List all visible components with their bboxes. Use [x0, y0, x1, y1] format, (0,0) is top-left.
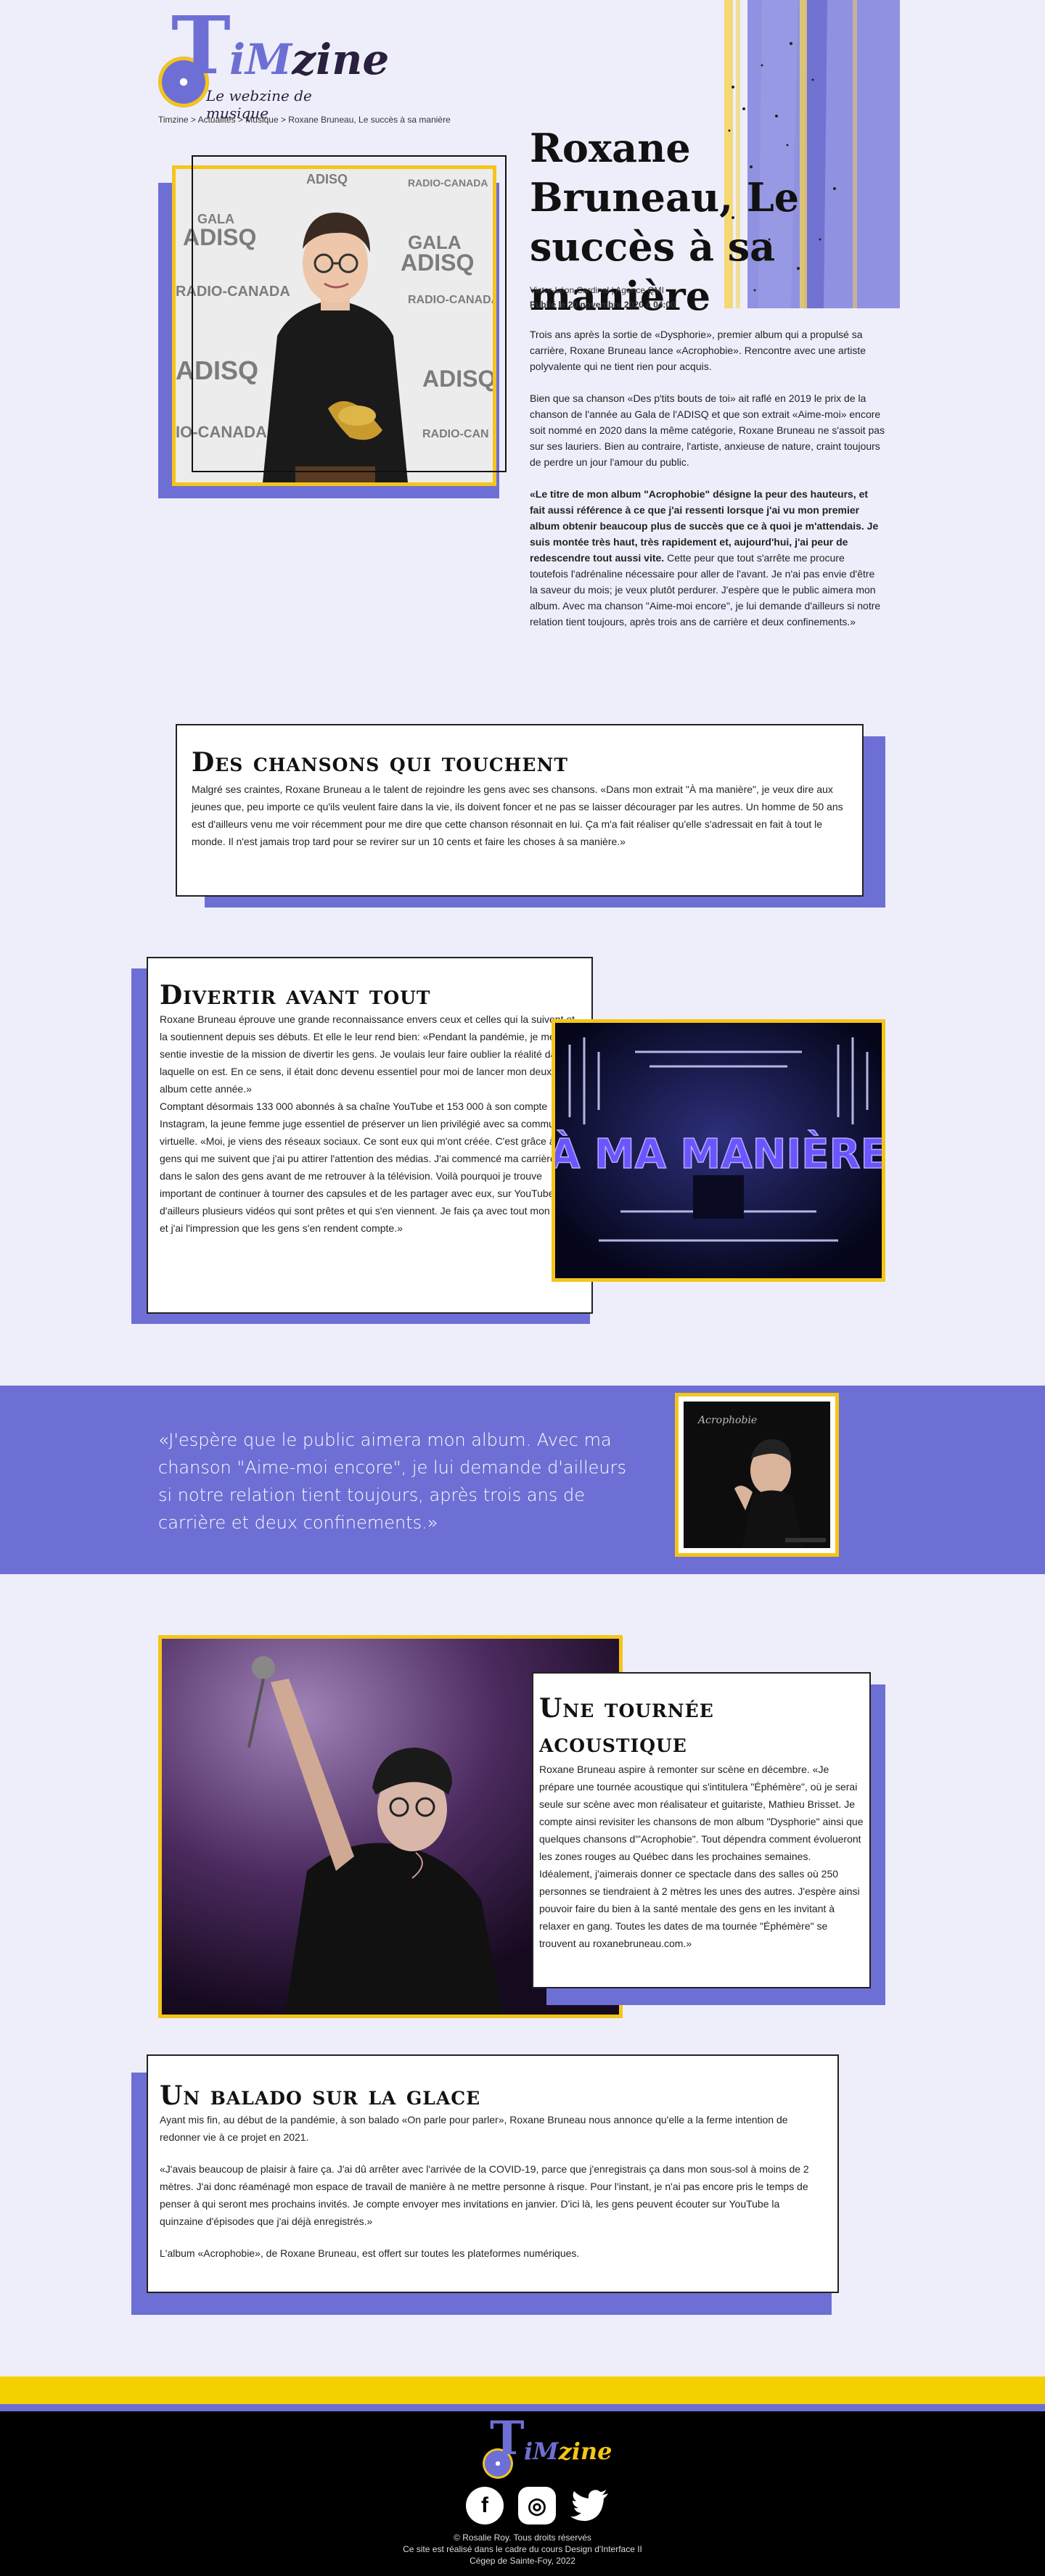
section4-paragraph: «J'avais beaucoup de plaisir à faire ça.… — [160, 2163, 809, 2227]
section3-card: Une tournée acoustique Roxane Bruneau as… — [532, 1672, 871, 1988]
section2-paragraph: Roxane Bruneau éprouve une grande reconn… — [160, 1013, 576, 1095]
hero-photo-outline-frame — [192, 155, 507, 472]
footer-course-line: Ce site est réalisé dans le cadre du cou… — [403, 2544, 642, 2554]
intro-paragraph: Trois ans après la sortie de «Dysphorie»… — [530, 329, 866, 372]
social-links: f ◎ — [464, 2487, 610, 2527]
intro-paragraph: Bien que sa chanson «Des p'tits bouts de… — [530, 392, 885, 468]
section4-paragraph: L'album «Acrophobie», de Roxane Bruneau,… — [160, 2247, 580, 2259]
section1-card: Des chansons qui touchent Malgré ses cra… — [176, 724, 864, 897]
site-logo[interactable]: T iMzine Le webzine de musique — [158, 0, 389, 122]
footer-stripe-yellow — [0, 2377, 1045, 2404]
footer-copyright: © Rosalie Roy. Tous droits réservés — [454, 2532, 591, 2543]
pull-quote: «J'espère que le public aimera mon album… — [158, 1430, 626, 1533]
album-cover: Acrophobie — [681, 1399, 833, 1551]
section4-heading: Un balado sur la glace — [160, 2081, 481, 2111]
neon-stage-photo: À MA MANIÈRE — [552, 1019, 885, 1282]
footer-logo-letter-t: T — [490, 2411, 525, 2466]
logo-wordmark: iMzine — [229, 35, 390, 84]
article-meta: Victor-Léon Cardinal | Agence QMI Publié… — [530, 283, 676, 312]
instagram-icon[interactable]: ◎ — [518, 2487, 556, 2524]
neon-sign-text: À MA MANIÈRE — [555, 1130, 882, 1178]
footer-school-line: Cégep de Sainte-Foy, 2022 — [470, 2556, 575, 2566]
section4-paragraph: Ayant mis fin, au début de la pandémie, … — [160, 2114, 788, 2143]
logo-letter-t: T — [171, 0, 231, 92]
section1-body: Malgré ses craintes, Roxane Bruneau a le… — [192, 783, 843, 847]
twitter-icon[interactable] — [570, 2487, 608, 2524]
section3-heading: Une tournée acoustique — [539, 1693, 714, 1758]
facebook-icon[interactable]: f — [466, 2487, 504, 2524]
section2-heading: Divertir avant tout — [160, 980, 431, 1011]
album-title-text: Acrophobie — [697, 1415, 757, 1426]
section2-paragraph: Comptant désormais 133 000 abonnés à sa … — [160, 1100, 580, 1234]
intro-quote-paragraph: «Le titre de mon album "Acrophobie" dési… — [530, 488, 881, 627]
section2-card: Divertir avant tout Roxane Bruneau éprou… — [147, 957, 593, 1314]
article-date: Publié le 20 novembre 2020 à 04:00 — [530, 300, 676, 310]
article-author: Victor-Léon Cardinal | Agence QMI — [530, 285, 664, 295]
page: T iMzine Le webzine de musique Timzine >… — [0, 0, 1045, 2576]
article-intro: Trois ans après la sortie de «Dysphorie»… — [530, 326, 885, 646]
footer-logo[interactable]: T iMzine — [479, 2411, 612, 2481]
section3-body: Roxane Bruneau aspire à remonter sur scè… — [539, 1764, 864, 1949]
footer-stripe-purple — [0, 2404, 1045, 2411]
section4-card: Un balado sur la glace Ayant mis fin, au… — [147, 2054, 839, 2293]
section1-heading: Des chansons qui touchent — [192, 747, 568, 778]
footer-credits: © Rosalie Roy. Tous droits réservés Ce s… — [0, 2532, 1045, 2567]
breadcrumb[interactable]: Timzine > Actualités > Musique > Roxane … — [158, 115, 451, 125]
footer-logo-wordmark: iMzine — [524, 2437, 612, 2465]
